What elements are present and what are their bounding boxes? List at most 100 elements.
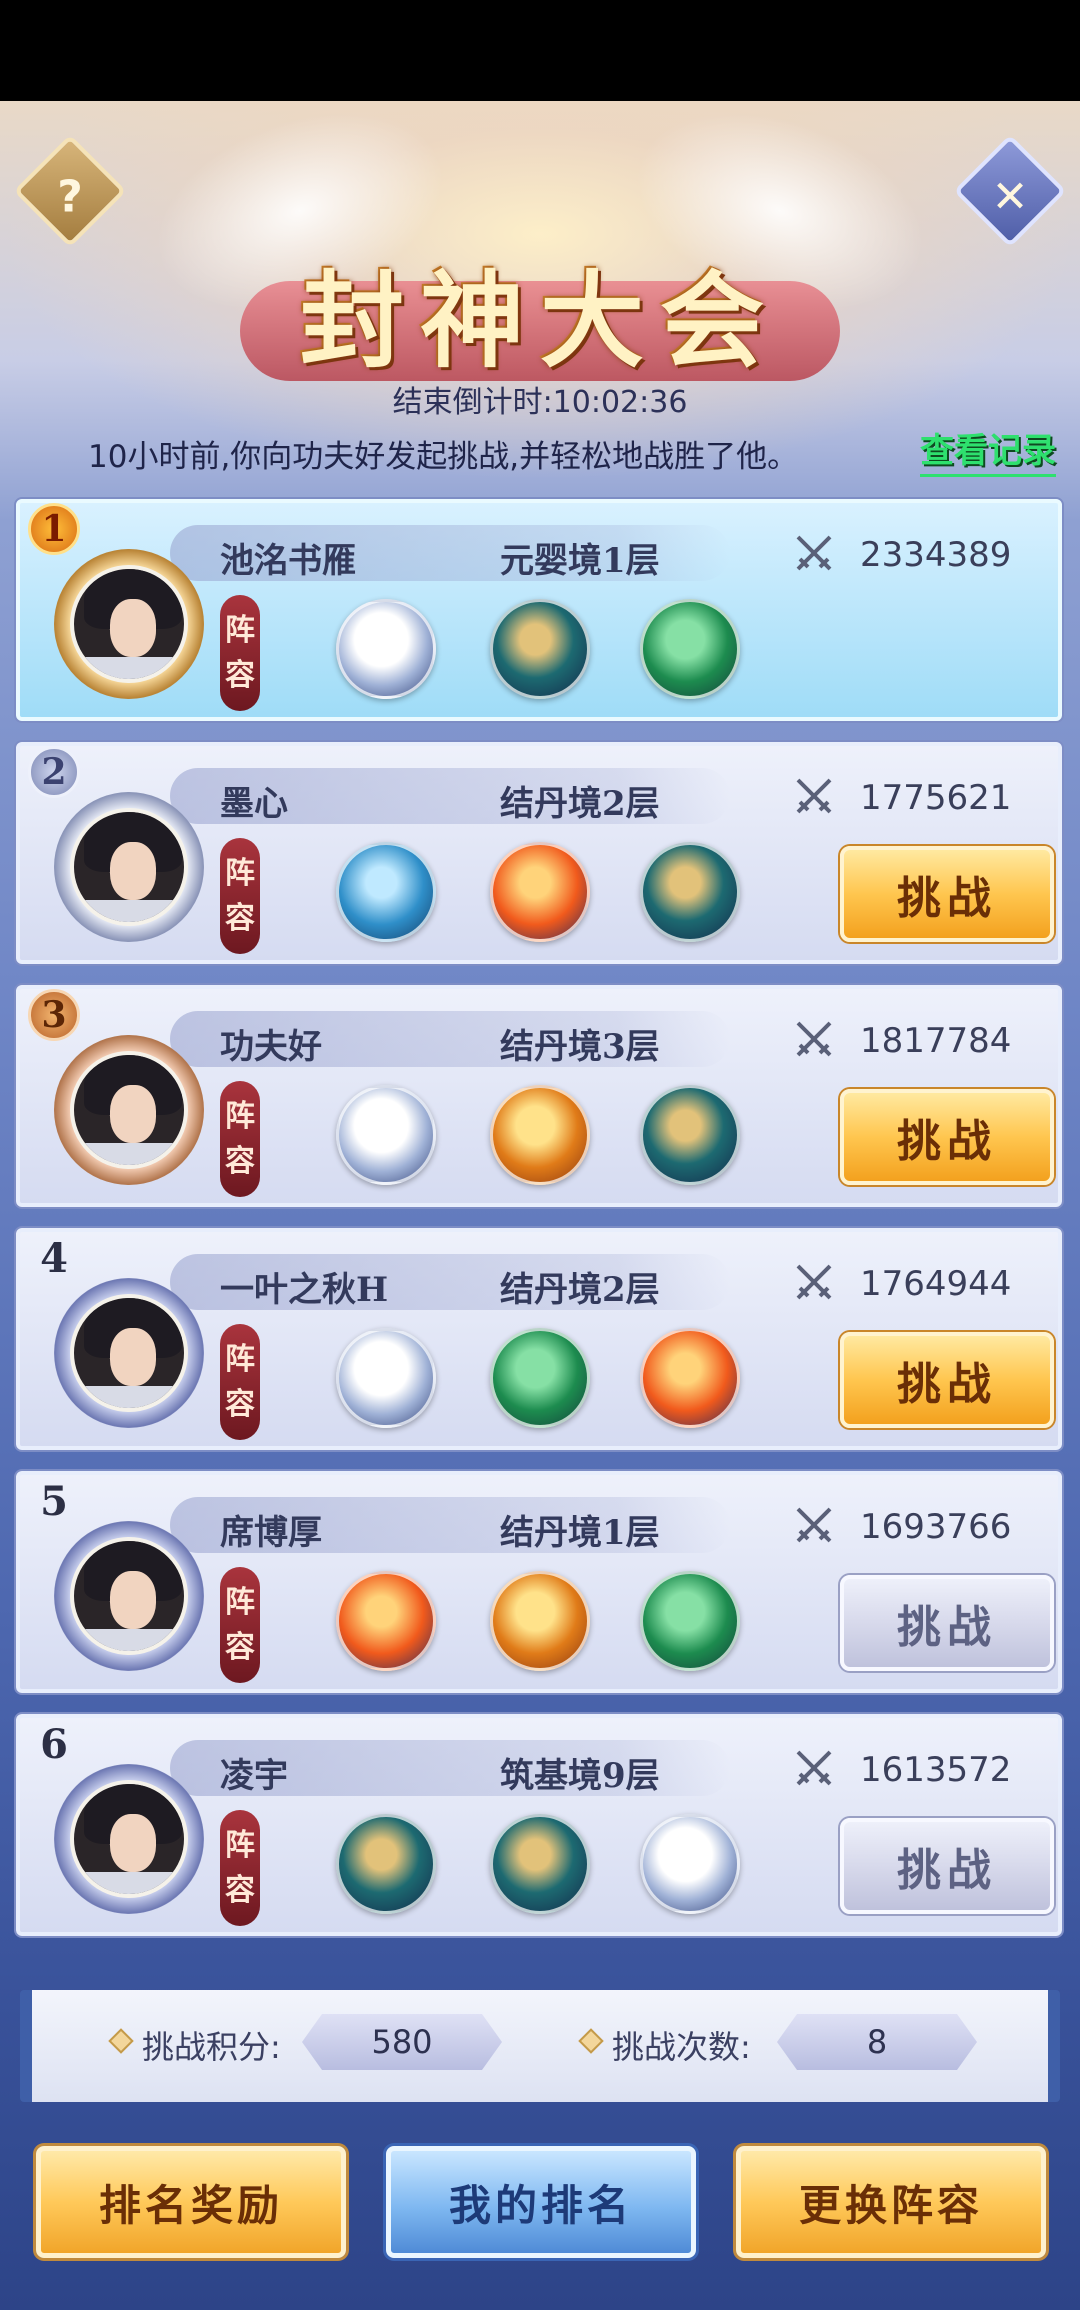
combat-power: 2334389 [860, 535, 1012, 575]
opponent-card[interactable]: 5 席博厚 结丹境1层 1693766 阵容 挑战 [16, 1471, 1062, 1693]
lineup-tag-char-1: 阵 [225, 1585, 255, 1620]
avatar-face [110, 1571, 156, 1629]
crossed-swords-icon [796, 1264, 832, 1300]
avatar-face [110, 842, 156, 900]
avatar [70, 1537, 188, 1655]
avatar-face [110, 1328, 156, 1386]
close-icon: ✕ [991, 171, 1029, 223]
avatar-frame[interactable] [54, 792, 204, 942]
challenge-button[interactable]: 挑战 [840, 1089, 1054, 1185]
crossed-swords-icon [796, 1507, 832, 1543]
beast-tiger-icon[interactable] [336, 599, 436, 699]
beast-tiger-icon[interactable] [640, 1814, 740, 1914]
countdown-timer: 结束倒计时:10:02:36 [392, 385, 688, 420]
player-name: 池洺书雁 [220, 541, 356, 581]
avatar-robe [74, 900, 184, 922]
challenge-button[interactable]: 挑战 [840, 1818, 1054, 1914]
diamond-bullet-icon [578, 2028, 604, 2054]
avatar-frame[interactable] [54, 1521, 204, 1671]
beast-dragon-teal-icon[interactable] [336, 1814, 436, 1914]
avatar [70, 1051, 188, 1169]
avatar-robe [74, 1386, 184, 1408]
beast-phoenix-icon[interactable] [336, 1571, 436, 1671]
avatar-frame[interactable] [54, 1764, 204, 1914]
my-rank-button[interactable]: 我的排名 [386, 2146, 696, 2258]
beast-dragon-teal-icon[interactable] [490, 1814, 590, 1914]
beast-dragon-gold-icon[interactable] [490, 1571, 590, 1671]
lineup-tag: 阵容 [220, 1081, 260, 1197]
combat-power: 1693766 [860, 1507, 1012, 1547]
beast-dragon-green-icon[interactable] [490, 1328, 590, 1428]
battle-notice: 10小时前,你向功夫好发起挑战,并轻松地战胜了他。 [88, 439, 799, 475]
opponent-card[interactable]: 1 池洺书雁 元婴境1层 2334389 阵容 [16, 499, 1062, 721]
lineup-tag-char-1: 阵 [225, 1099, 255, 1134]
rank-badge: 5 [40, 1477, 68, 1525]
view-record-link[interactable]: 查看记录 [920, 423, 1056, 477]
player-name: 墨心 [220, 784, 288, 824]
crossed-swords-icon [796, 535, 832, 571]
combat-power: 1764944 [860, 1264, 1012, 1304]
beast-dragon-green-icon[interactable] [640, 1571, 740, 1671]
beast-phoenix-icon[interactable] [490, 842, 590, 942]
challenge-button[interactable]: 挑战 [840, 1575, 1054, 1671]
challenge-button[interactable]: 挑战 [840, 846, 1054, 942]
score-panel: 挑战积分: 580 挑战次数: 8 [20, 1990, 1060, 2102]
avatar-frame[interactable] [54, 1035, 204, 1185]
lineup-tag-char-1: 阵 [225, 613, 255, 648]
avatar [70, 1294, 188, 1412]
lineup-tag: 阵容 [220, 1567, 260, 1683]
beast-whale-icon[interactable] [336, 842, 436, 942]
lineup-tag-char-1: 阵 [225, 1342, 255, 1377]
lineup-tag-char-2: 容 [225, 901, 255, 936]
question-icon: ? [57, 171, 83, 223]
cultivation-realm: 筑基境9层 [500, 1756, 660, 1796]
avatar-face [110, 1085, 156, 1143]
rank-badge: 3 [28, 989, 80, 1041]
lineup-tag-char-2: 容 [225, 1630, 255, 1665]
lineup-tag-char-1: 阵 [225, 856, 255, 891]
opponent-card[interactable]: 6 凌宇 筑基境9层 1613572 阵容 挑战 [16, 1714, 1062, 1936]
cultivation-realm: 结丹境1层 [500, 1513, 660, 1553]
beast-dragon-teal-icon[interactable] [640, 842, 740, 942]
avatar-face [110, 1814, 156, 1872]
beast-dragon-green-icon[interactable] [640, 599, 740, 699]
diamond-bullet-icon [108, 2028, 134, 2054]
challenge-attempts-label: 挑战次数: [612, 2028, 751, 2066]
lineup-tag-char-2: 容 [225, 658, 255, 693]
arena-screen: ? ✕ 封神大会 结束倒计时:10:02:36 10小时前,你向功夫好发起挑战,… [0, 101, 1080, 2310]
lineup-tag-char-1: 阵 [225, 1828, 255, 1863]
cultivation-realm: 结丹境2层 [500, 1270, 660, 1310]
opponent-card[interactable]: 3 功夫好 结丹境3层 1817784 阵容 挑战 [16, 985, 1062, 1207]
beast-tiger-icon[interactable] [336, 1085, 436, 1185]
lineup-tag-char-2: 容 [225, 1387, 255, 1422]
opponent-card[interactable]: 2 墨心 结丹境2层 1775621 阵容 挑战 [16, 742, 1062, 964]
rank-badge: 4 [40, 1234, 68, 1282]
challenge-points-value: 580 [302, 2014, 502, 2070]
beast-dragon-gold-icon[interactable] [490, 1085, 590, 1185]
challenge-button[interactable]: 挑战 [840, 1332, 1054, 1428]
avatar-frame[interactable] [54, 549, 204, 699]
player-name: 凌宇 [220, 1756, 288, 1796]
beast-dragon-teal-icon[interactable] [490, 599, 590, 699]
lineup-tag: 阵容 [220, 1324, 260, 1440]
avatar-robe [74, 1872, 184, 1894]
avatar-robe [74, 1143, 184, 1165]
lineup-tag: 阵容 [220, 838, 260, 954]
combat-power: 1817784 [860, 1021, 1012, 1061]
avatar [70, 1780, 188, 1898]
combat-power: 1613572 [860, 1750, 1012, 1790]
cultivation-realm: 结丹境3层 [500, 1027, 660, 1067]
rank-badge: 2 [28, 746, 80, 798]
avatar-frame[interactable] [54, 1278, 204, 1428]
crossed-swords-icon [796, 1021, 832, 1057]
cultivation-realm: 结丹境2层 [500, 784, 660, 824]
beast-tiger-icon[interactable] [336, 1328, 436, 1428]
change-lineup-button[interactable]: 更换阵容 [736, 2146, 1046, 2258]
beast-phoenix-icon[interactable] [640, 1328, 740, 1428]
cultivation-realm: 元婴境1层 [500, 541, 660, 581]
rank-rewards-button[interactable]: 排名奖励 [36, 2146, 346, 2258]
beast-dragon-teal-icon[interactable] [640, 1085, 740, 1185]
lineup-tag: 阵容 [220, 595, 260, 711]
page-title: 封神大会 [299, 258, 780, 382]
opponent-card[interactable]: 4 一叶之秋H 结丹境2层 1764944 阵容 挑战 [16, 1228, 1062, 1450]
